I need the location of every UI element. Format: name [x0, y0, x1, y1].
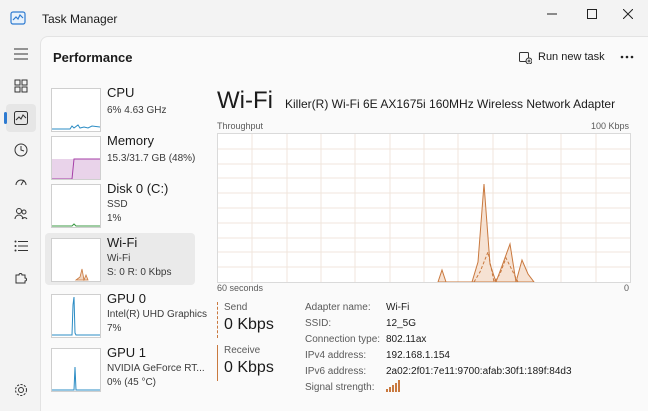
graph-max-label: 100 Kbps	[590, 121, 629, 131]
sidebar-item-memory[interactable]: Memory 15.3/31.7 GB (48%)	[45, 131, 195, 183]
prop-label: SSID:	[305, 318, 332, 329]
throughput-graph-plot	[218, 134, 630, 284]
services-nav-button[interactable]	[6, 264, 36, 292]
sidebar-item-usage: S: 0 R: 0 Kbps	[107, 267, 172, 278]
title-bar: Task Manager	[0, 0, 648, 36]
performance-nav-button[interactable]	[4, 104, 36, 132]
prop-label: Signal strength:	[305, 382, 375, 393]
sidebar-item-cpu[interactable]: CPU 6% 4.63 GHz	[45, 83, 195, 135]
settings-nav-button[interactable]	[6, 376, 36, 404]
prop-label: Adapter name:	[305, 302, 371, 313]
hamburger-icon	[14, 48, 28, 60]
users-nav-button[interactable]	[6, 200, 36, 228]
sidebar-item-detail: SSD	[107, 199, 128, 210]
receive-value: 0 Kbps	[224, 359, 274, 376]
graph-label: Throughput	[217, 121, 264, 131]
adapter-description: Killer(R) Wi-Fi 6E AX1675i 160MHz Wirele…	[285, 97, 616, 111]
cpu-thumbnail-graph	[51, 88, 101, 132]
sidebar-item-detail: Wi-Fi	[107, 253, 131, 264]
disk-thumbnail-graph	[51, 184, 101, 228]
close-button[interactable]	[606, 0, 648, 28]
sidebar-item-label: Memory	[107, 133, 154, 148]
wifi-thumbnail-graph	[51, 238, 101, 282]
app-history-nav-button[interactable]	[6, 136, 36, 164]
prop-label: IPv4 address:	[305, 350, 367, 361]
task-manager-icon	[10, 11, 26, 25]
sidebar-item-label: Disk 0 (C:)	[107, 181, 169, 196]
gpu1-thumbnail-graph	[51, 348, 101, 392]
sidebar-item-detail: 6% 4.63 GHz	[107, 105, 167, 116]
sidebar-item-detail: 15.3/31.7 GB (48%)	[107, 153, 196, 164]
sidebar-item-label: GPU 0	[107, 291, 147, 306]
maximize-icon	[587, 9, 597, 19]
resource-title: Wi-Fi	[217, 87, 273, 114]
details-nav-button[interactable]	[6, 232, 36, 260]
sidebar-item-disk[interactable]: Disk 0 (C:) SSD 1%	[45, 179, 195, 231]
prop-value: 12_5G	[386, 318, 417, 329]
prop-label: IPv6 address:	[305, 366, 367, 377]
close-icon	[623, 9, 633, 19]
detail-pane: Wi-Fi Killer(R) Wi-Fi 6E AX1675i 160MHz …	[217, 37, 647, 411]
sidebar-item-detail: Intel(R) UHD Graphics	[107, 309, 208, 320]
graph-min-label: 0	[623, 283, 629, 293]
sidebar-item-usage: 0% (45 °C)	[107, 377, 157, 388]
throughput-graph	[217, 133, 631, 284]
send-stat: Send 0 Kbps	[217, 302, 288, 338]
sidebar-item-label: CPU	[107, 85, 135, 100]
sidebar-item-wifi[interactable]: Wi-Fi Wi-Fi S: 0 R: 0 Kbps	[45, 233, 195, 285]
minimize-button[interactable]	[530, 0, 574, 28]
users-icon	[14, 208, 28, 220]
prop-value: Wi-Fi	[386, 302, 410, 313]
sidebar-item-gpu0[interactable]: GPU 0 Intel(R) UHD Graphics 7%	[45, 289, 207, 341]
sidebar-item-label: GPU 1	[107, 345, 147, 360]
startup-gauge-icon	[15, 179, 27, 186]
sidebar-item-usage: 1%	[107, 213, 122, 224]
details-list-icon	[14, 240, 28, 252]
sidebar-item-usage: 7%	[107, 323, 122, 334]
receive-stat: Receive 0 Kbps	[217, 345, 288, 381]
processes-icon	[14, 79, 28, 93]
history-icon	[14, 143, 28, 157]
services-puzzle-icon	[15, 273, 27, 284]
main-panel: Performance Run new task CPU 6% 4.63 GHz…	[40, 36, 648, 411]
memory-thumbnail-graph	[51, 136, 101, 180]
sidebar-item-gpu1[interactable]: GPU 1 NVIDIA GeForce RT... 0% (45 °C)	[45, 343, 205, 395]
sidebar-item-label: Wi-Fi	[107, 235, 138, 250]
page-title: Performance	[53, 50, 133, 65]
send-label: Send	[224, 302, 248, 313]
minimize-icon	[547, 13, 557, 15]
signal-strength-icon	[386, 380, 400, 392]
prop-value: 2a02:2f01:7e11:9700:afab:30f1:189f:84d3	[386, 366, 572, 377]
sidebar-item-detail: NVIDIA GeForce RT...	[107, 363, 205, 374]
receive-label: Receive	[224, 345, 261, 356]
processes-nav-button[interactable]	[6, 72, 36, 100]
gear-icon	[15, 384, 27, 396]
gpu0-thumbnail-graph	[51, 294, 101, 338]
hamburger-menu-button[interactable]	[6, 40, 36, 68]
graph-time-label: 60 seconds	[217, 283, 264, 293]
performance-icon	[14, 111, 28, 125]
prop-value: 192.168.1.154	[386, 350, 450, 361]
prop-value: 802.11ax	[386, 334, 427, 345]
startup-apps-nav-button[interactable]	[6, 168, 36, 196]
prop-label: Connection type:	[305, 334, 381, 345]
window-title: Task Manager	[42, 12, 118, 26]
send-value: 0 Kbps	[224, 316, 274, 333]
